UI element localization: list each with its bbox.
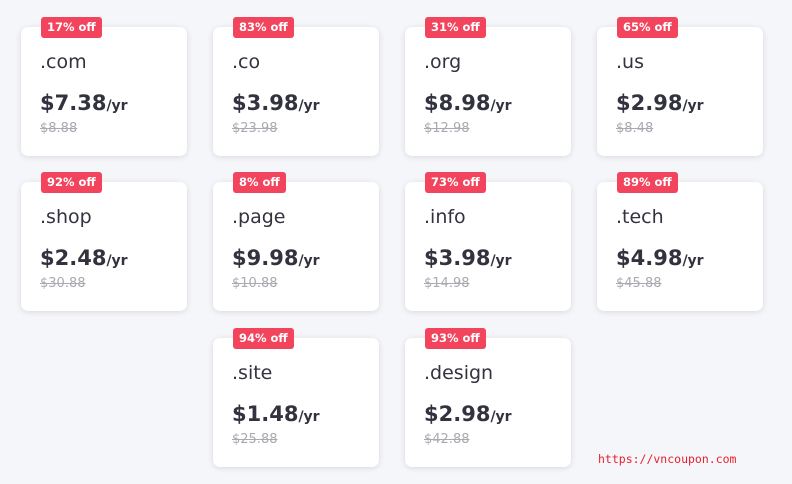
domain-card-org[interactable]: 31% off .org $8.98/yr $12.98	[405, 17, 571, 156]
original-price: $8.48	[616, 121, 654, 136]
price-amount: $2.98	[424, 402, 491, 426]
original-price: $25.88	[232, 432, 278, 447]
price-unit: /yr	[682, 253, 704, 269]
price-amount: $8.98	[424, 91, 491, 115]
price: $2.98/yr	[424, 402, 512, 426]
domain-card-tech[interactable]: 89% off .tech $4.98/yr $45.88	[597, 172, 763, 311]
price-unit: /yr	[106, 253, 128, 269]
original-price: $12.98	[424, 121, 470, 136]
domain-card-co[interactable]: 83% off .co $3.98/yr $23.98	[213, 17, 379, 156]
domain-card-site[interactable]: 94% off .site $1.48/yr $25.88	[213, 328, 379, 467]
tld-name: .page	[232, 206, 286, 228]
domain-card-shop[interactable]: 92% off .shop $2.48/yr $30.88	[21, 172, 187, 311]
price: $9.98/yr	[232, 246, 320, 270]
price-unit: /yr	[298, 253, 320, 269]
tld-name: .shop	[40, 206, 92, 228]
tld-name: .co	[232, 51, 261, 73]
domain-card-page[interactable]: 8% off .page $9.98/yr $10.88	[213, 172, 379, 311]
domain-card-design[interactable]: 93% off .design $2.98/yr $42.88	[405, 328, 571, 467]
price: $3.98/yr	[232, 91, 320, 115]
price-amount: $2.98	[616, 91, 683, 115]
watermark-url: https://vncoupon.com	[598, 452, 737, 466]
price-unit: /yr	[682, 98, 704, 114]
domain-card-info[interactable]: 73% off .info $3.98/yr $14.98	[405, 172, 571, 311]
price: $1.48/yr	[232, 402, 320, 426]
price-amount: $9.98	[232, 246, 299, 270]
tld-name: .tech	[616, 206, 664, 228]
discount-badge: 89% off	[617, 172, 678, 193]
price: $4.98/yr	[616, 246, 704, 270]
tld-name: .design	[424, 362, 494, 384]
price-unit: /yr	[490, 253, 512, 269]
discount-badge: 83% off	[233, 17, 294, 38]
discount-badge: 65% off	[617, 17, 678, 38]
original-price: $42.88	[424, 432, 470, 447]
price-unit: /yr	[490, 98, 512, 114]
price: $3.98/yr	[424, 246, 512, 270]
price: $2.48/yr	[40, 246, 128, 270]
price-unit: /yr	[298, 409, 320, 425]
tld-name: .com	[40, 51, 87, 73]
discount-badge: 31% off	[425, 17, 486, 38]
price-amount: $1.48	[232, 402, 299, 426]
discount-badge: 8% off	[233, 172, 286, 193]
price: $8.98/yr	[424, 91, 512, 115]
domain-card-com[interactable]: 17% off .com $7.38/yr $8.88	[21, 17, 187, 156]
price: $7.38/yr	[40, 91, 128, 115]
tld-name: .us	[616, 51, 644, 73]
original-price: $23.98	[232, 121, 278, 136]
price-amount: $3.98	[232, 91, 299, 115]
domain-offer-grid: 17% off .com $7.38/yr $8.88 83% off .co …	[0, 0, 792, 484]
tld-name: .info	[424, 206, 466, 228]
domain-card-us[interactable]: 65% off .us $2.98/yr $8.48	[597, 17, 763, 156]
price-amount: $7.38	[40, 91, 107, 115]
original-price: $30.88	[40, 276, 86, 291]
original-price: $45.88	[616, 276, 662, 291]
discount-badge: 92% off	[41, 172, 102, 193]
original-price: $10.88	[232, 276, 278, 291]
discount-badge: 73% off	[425, 172, 486, 193]
discount-badge: 17% off	[41, 17, 102, 38]
price-amount: $4.98	[616, 246, 683, 270]
price-amount: $3.98	[424, 246, 491, 270]
price-unit: /yr	[106, 98, 128, 114]
price: $2.98/yr	[616, 91, 704, 115]
price-unit: /yr	[298, 98, 320, 114]
tld-name: .site	[232, 362, 273, 384]
original-price: $8.88	[40, 121, 78, 136]
discount-badge: 94% off	[233, 328, 294, 349]
discount-badge: 93% off	[425, 328, 486, 349]
tld-name: .org	[424, 51, 462, 73]
original-price: $14.98	[424, 276, 470, 291]
price-amount: $2.48	[40, 246, 107, 270]
price-unit: /yr	[490, 409, 512, 425]
